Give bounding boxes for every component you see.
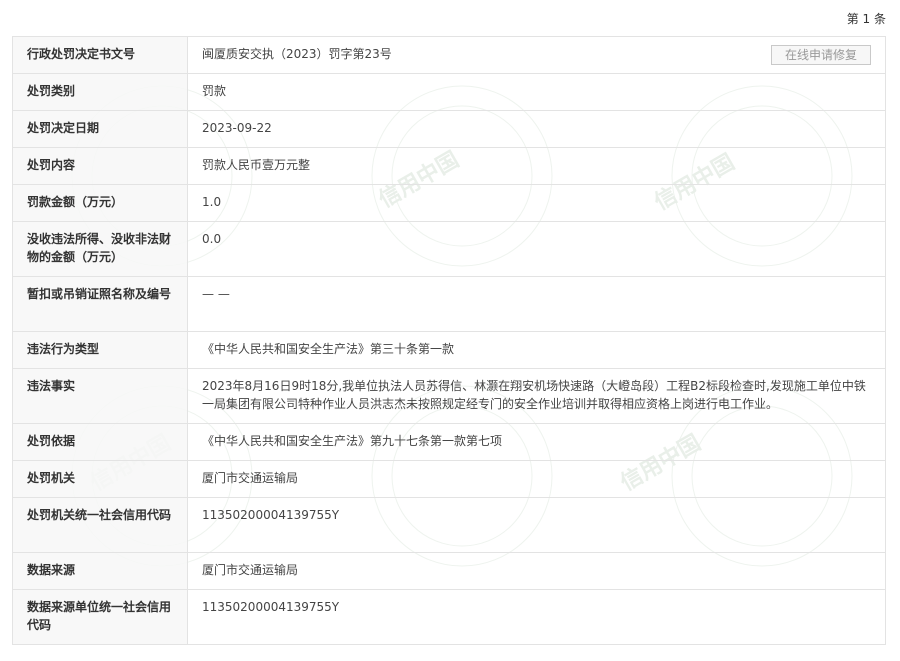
row-value: 《中华人民共和国安全生产法》第九十七条第一款第七项 bbox=[187, 423, 886, 461]
table-row: 处罚依据 《中华人民共和国安全生产法》第九十七条第一款第七项 bbox=[12, 423, 886, 461]
row-value: 厦门市交通运输局 bbox=[187, 552, 886, 590]
table-row: 处罚类别 罚款 bbox=[12, 73, 886, 111]
row-label: 数据来源单位统一社会信用代码 bbox=[12, 589, 188, 645]
row-label: 处罚类别 bbox=[12, 73, 188, 111]
row-value: 0.0 bbox=[187, 221, 886, 277]
table-row: 违法行为类型 《中华人民共和国安全生产法》第三十条第一款 bbox=[12, 331, 886, 369]
row-label: 处罚依据 bbox=[12, 423, 188, 461]
row-label: 行政处罚决定书文号 bbox=[12, 36, 188, 74]
row-value: 《中华人民共和国安全生产法》第三十条第一款 bbox=[187, 331, 886, 369]
table-row: 违法事实 2023年8月16日9时18分,我单位执法人员苏得信、林灏在翔安机场快… bbox=[12, 368, 886, 424]
table-row: 处罚决定日期 2023-09-22 bbox=[12, 110, 886, 148]
row-value: 2023-09-22 bbox=[187, 110, 886, 148]
table-row: 没收违法所得、没收非法财物的金额（万元） 0.0 bbox=[12, 221, 886, 277]
row-label: 处罚内容 bbox=[12, 147, 188, 185]
row-label: 处罚机关统一社会信用代码 bbox=[12, 497, 188, 553]
row-value: 罚款人民币壹万元整 bbox=[187, 147, 886, 185]
row-value: 2023年8月16日9时18分,我单位执法人员苏得信、林灏在翔安机场快速路（大嶝… bbox=[187, 368, 886, 424]
row-label: 数据来源 bbox=[12, 552, 188, 590]
row-label: 违法事实 bbox=[12, 368, 188, 424]
row-label: 处罚决定日期 bbox=[12, 110, 188, 148]
row-label: 罚款金额（万元） bbox=[12, 184, 188, 222]
row-value: 罚款 bbox=[187, 73, 886, 111]
table-row: 处罚机关统一社会信用代码 11350200004139755Y bbox=[12, 497, 886, 553]
row-value: 1.0 bbox=[187, 184, 886, 222]
table-row: 行政处罚决定书文号 闽厦质安交执（2023）罚字第23号 在线申请修复 bbox=[12, 36, 886, 74]
row-label: 处罚机关 bbox=[12, 460, 188, 498]
table-row: 数据来源单位统一社会信用代码 11350200004139755Y bbox=[12, 589, 886, 645]
row-value: 厦门市交通运输局 bbox=[187, 460, 886, 498]
row-label: 暂扣或吊销证照名称及编号 bbox=[12, 276, 188, 332]
row-value: 11350200004139755Y bbox=[187, 497, 886, 553]
table-row: 处罚机关 厦门市交通运输局 bbox=[12, 460, 886, 498]
table-row: 处罚内容 罚款人民币壹万元整 bbox=[12, 147, 886, 185]
record-count: 第 1 条 bbox=[846, 12, 886, 26]
row-value: — — bbox=[187, 276, 886, 332]
table-row: 数据来源 厦门市交通运输局 bbox=[12, 552, 886, 590]
penalty-record-table: 行政处罚决定书文号 闽厦质安交执（2023）罚字第23号 在线申请修复 处罚类别… bbox=[12, 36, 886, 645]
decision-number: 闽厦质安交执（2023）罚字第23号 bbox=[202, 47, 392, 61]
table-row: 罚款金额（万元） 1.0 bbox=[12, 184, 886, 222]
table-row: 暂扣或吊销证照名称及编号 — — bbox=[12, 276, 886, 332]
online-repair-button[interactable]: 在线申请修复 bbox=[771, 45, 871, 65]
row-label: 没收违法所得、没收非法财物的金额（万元） bbox=[12, 221, 188, 277]
row-value: 11350200004139755Y bbox=[187, 589, 886, 645]
row-value: 闽厦质安交执（2023）罚字第23号 在线申请修复 bbox=[187, 36, 886, 74]
row-label: 违法行为类型 bbox=[12, 331, 188, 369]
